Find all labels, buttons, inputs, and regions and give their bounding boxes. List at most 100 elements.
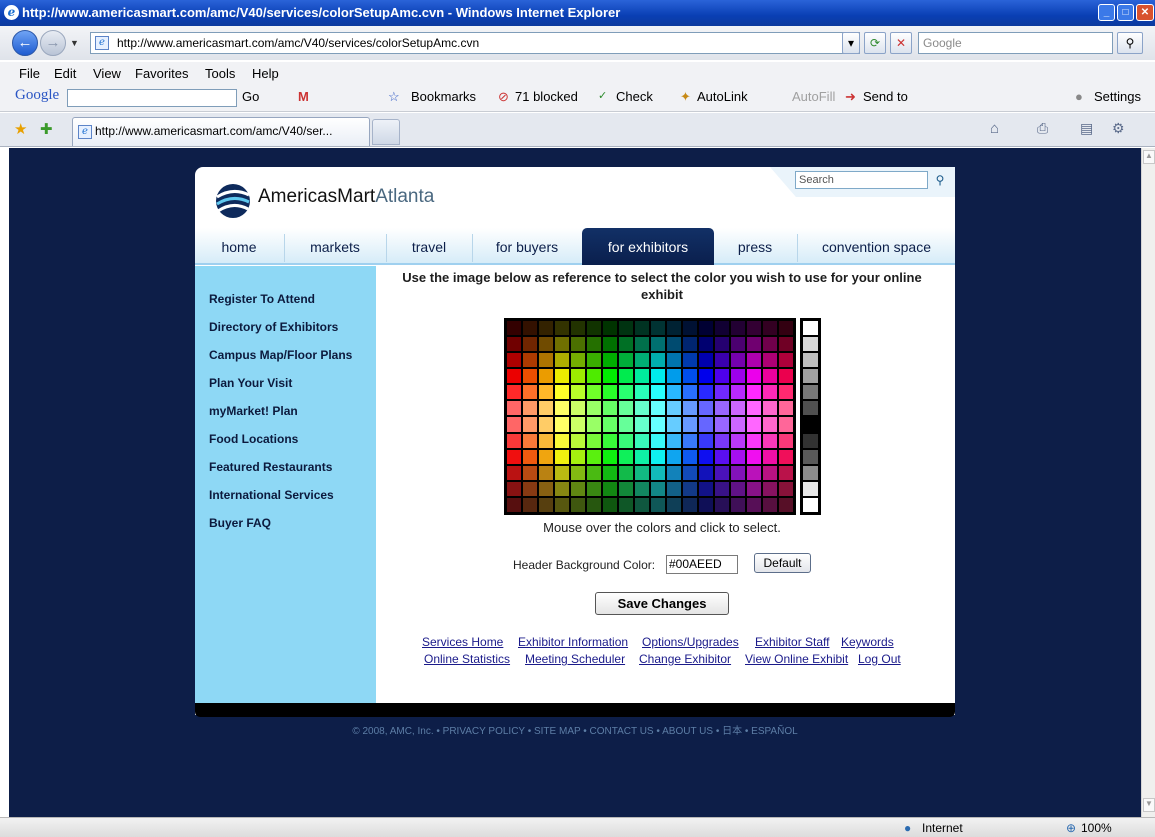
color-swatch[interactable] xyxy=(667,417,681,432)
color-swatch[interactable] xyxy=(699,337,713,352)
check-button[interactable]: Check xyxy=(616,89,653,104)
nav-for-buyers[interactable]: for buyers xyxy=(473,228,581,265)
link-services-home[interactable]: Services Home xyxy=(422,635,503,649)
color-swatch[interactable] xyxy=(555,369,569,384)
gray-swatch[interactable] xyxy=(803,337,818,352)
color-swatch[interactable] xyxy=(747,337,761,352)
color-swatch[interactable] xyxy=(699,353,713,368)
color-swatch[interactable] xyxy=(779,465,793,480)
color-swatch[interactable] xyxy=(651,353,665,368)
color-swatch[interactable] xyxy=(603,433,617,448)
color-swatch[interactable] xyxy=(635,321,649,336)
menu-view[interactable]: View xyxy=(93,66,121,81)
color-swatch[interactable] xyxy=(731,321,745,336)
color-swatch[interactable] xyxy=(763,465,777,480)
color-swatch[interactable] xyxy=(539,417,553,432)
color-swatch[interactable] xyxy=(715,465,729,480)
color-swatch[interactable] xyxy=(587,417,601,432)
color-swatch[interactable] xyxy=(699,401,713,416)
gray-swatch[interactable] xyxy=(803,417,818,432)
gray-swatch[interactable] xyxy=(803,353,818,368)
gray-swatch[interactable] xyxy=(803,369,818,384)
gray-swatch[interactable] xyxy=(803,401,818,416)
gmail-icon[interactable]: M xyxy=(298,89,309,104)
zoom-level[interactable]: 100% xyxy=(1081,821,1112,835)
nav-convention-space[interactable]: convention space xyxy=(798,228,955,265)
color-swatch[interactable] xyxy=(763,433,777,448)
color-swatch[interactable] xyxy=(507,449,521,464)
gray-swatch[interactable] xyxy=(803,465,818,480)
color-swatch[interactable] xyxy=(619,401,633,416)
color-swatch[interactable] xyxy=(763,481,777,496)
color-swatch[interactable] xyxy=(651,417,665,432)
color-swatch[interactable] xyxy=(683,449,697,464)
favorites-star-icon[interactable]: ★ xyxy=(14,120,27,138)
color-swatch[interactable] xyxy=(603,481,617,496)
home-icon[interactable]: ⌂ xyxy=(990,120,999,137)
color-swatch[interactable] xyxy=(747,465,761,480)
color-swatch[interactable] xyxy=(635,385,649,400)
color-swatch[interactable] xyxy=(715,321,729,336)
color-swatch[interactable] xyxy=(715,497,729,512)
color-swatch[interactable] xyxy=(635,497,649,512)
color-swatch[interactable] xyxy=(715,449,729,464)
link-keywords[interactable]: Keywords xyxy=(841,635,894,649)
color-swatch[interactable] xyxy=(747,385,761,400)
color-swatch[interactable] xyxy=(507,321,521,336)
color-swatch[interactable] xyxy=(651,369,665,384)
color-picker-grid[interactable] xyxy=(504,318,796,515)
color-swatch[interactable] xyxy=(539,401,553,416)
forward-button[interactable]: → xyxy=(40,30,66,56)
color-swatch[interactable] xyxy=(571,401,585,416)
sidebar-item-restaurants[interactable]: Featured Restaurants xyxy=(209,460,332,474)
color-swatch[interactable] xyxy=(523,417,537,432)
color-swatch[interactable] xyxy=(539,369,553,384)
color-swatch[interactable] xyxy=(715,353,729,368)
color-swatch[interactable] xyxy=(667,465,681,480)
color-swatch[interactable] xyxy=(779,353,793,368)
tools-gear-icon[interactable]: ⚙ xyxy=(1112,120,1125,137)
color-swatch[interactable] xyxy=(779,385,793,400)
color-swatch[interactable] xyxy=(555,465,569,480)
color-swatch[interactable] xyxy=(619,481,633,496)
stop-button[interactable]: ✕ xyxy=(890,32,912,54)
nav-press[interactable]: press xyxy=(714,228,796,265)
color-swatch[interactable] xyxy=(539,337,553,352)
color-swatch[interactable] xyxy=(539,497,553,512)
color-swatch[interactable] xyxy=(555,337,569,352)
color-swatch[interactable] xyxy=(587,369,601,384)
color-swatch[interactable] xyxy=(779,337,793,352)
color-swatch[interactable] xyxy=(731,481,745,496)
color-swatch[interactable] xyxy=(507,465,521,480)
color-swatch[interactable] xyxy=(555,385,569,400)
new-tab-button[interactable] xyxy=(372,119,400,145)
color-swatch[interactable] xyxy=(747,401,761,416)
color-swatch[interactable] xyxy=(635,401,649,416)
gray-swatch[interactable] xyxy=(803,433,818,448)
color-swatch[interactable] xyxy=(699,369,713,384)
color-swatch[interactable] xyxy=(779,401,793,416)
color-swatch[interactable] xyxy=(507,369,521,384)
color-swatch[interactable] xyxy=(779,417,793,432)
color-swatch[interactable] xyxy=(587,385,601,400)
color-swatch[interactable] xyxy=(539,465,553,480)
color-swatch[interactable] xyxy=(523,401,537,416)
color-swatch[interactable] xyxy=(763,497,777,512)
close-window-button[interactable]: ✕ xyxy=(1136,4,1154,21)
refresh-button[interactable]: ⟳ xyxy=(864,32,886,54)
color-swatch[interactable] xyxy=(779,497,793,512)
menu-help[interactable]: Help xyxy=(252,66,279,81)
go-button[interactable]: Go xyxy=(242,89,259,104)
color-swatch[interactable] xyxy=(507,417,521,432)
nav-travel[interactable]: travel xyxy=(387,228,471,265)
color-swatch[interactable] xyxy=(779,321,793,336)
color-swatch[interactable] xyxy=(523,449,537,464)
color-swatch[interactable] xyxy=(651,337,665,352)
sidebar-item-directory[interactable]: Directory of Exhibitors xyxy=(209,320,338,334)
color-swatch[interactable] xyxy=(667,385,681,400)
color-swatch[interactable] xyxy=(603,401,617,416)
grayscale-picker[interactable] xyxy=(800,318,821,515)
settings-button[interactable]: Settings xyxy=(1094,89,1141,104)
color-swatch[interactable] xyxy=(667,449,681,464)
color-swatch[interactable] xyxy=(523,433,537,448)
